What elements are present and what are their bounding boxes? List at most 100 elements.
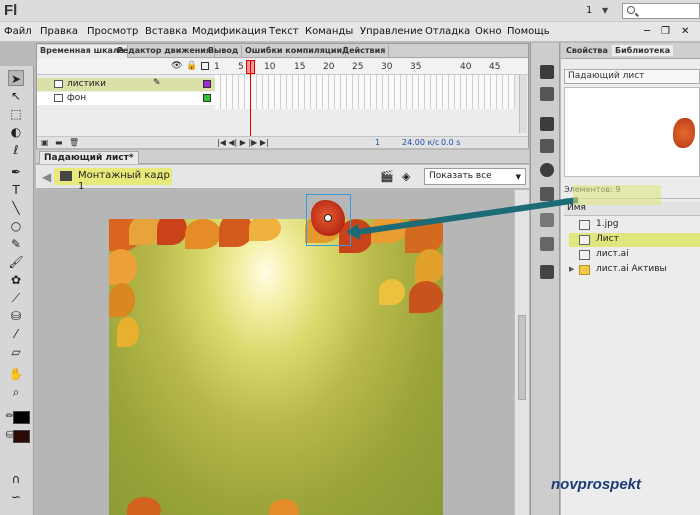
close-icon[interactable]: ✕ — [681, 26, 689, 37]
menu-view[interactable]: Просмотр — [87, 26, 138, 37]
tab-actions[interactable]: Действия — [339, 45, 390, 58]
layer-row[interactable]: фон — [37, 92, 215, 105]
leaf-decoration — [269, 499, 299, 515]
chevron-down-icon[interactable]: ▼ — [602, 6, 608, 15]
timeline-ruler[interactable]: 👁 🔒 1 5 10 15 20 25 30 35 40 45 — [37, 59, 528, 75]
edit-symbols-icon[interactable]: ◈ — [402, 170, 416, 183]
panel-dock — [530, 43, 560, 515]
library-item[interactable]: лист.ai — [569, 248, 700, 262]
scene-button[interactable]: Монтажный кадр 1 — [54, 168, 172, 192]
minimize-icon[interactable]: ─ — [644, 26, 650, 37]
layer-color-swatch[interactable] — [203, 80, 211, 88]
outline-icon[interactable] — [201, 62, 209, 70]
color-panel-icon[interactable] — [540, 117, 554, 131]
lasso-tool-icon[interactable]: ℓ — [8, 142, 24, 158]
document-tab[interactable]: Падающий лист* — [39, 151, 139, 164]
eye-icon[interactable]: 👁 — [171, 61, 182, 71]
oval-tool-icon[interactable]: ○ — [8, 218, 24, 234]
current-frame[interactable]: 1 — [375, 138, 380, 147]
tab-output[interactable]: Вывод — [205, 45, 243, 58]
zoom-select[interactable]: Показать все ▼ — [424, 168, 526, 185]
subselection-tool-icon[interactable]: ↖ — [8, 88, 24, 104]
leaf-decoration — [415, 249, 443, 283]
library-item[interactable]: ▶ лист.ai Активы — [569, 263, 700, 277]
fill-color-swatch[interactable] — [13, 430, 30, 443]
menu-debug[interactable]: Отладка — [425, 26, 470, 37]
restore-icon[interactable]: ❐ — [661, 26, 670, 37]
help-search-input[interactable] — [622, 3, 700, 19]
grid-panel-icon[interactable] — [540, 87, 554, 101]
workspace-switcher[interactable]: 1 — [586, 5, 592, 16]
motion-presets-icon[interactable] — [540, 237, 554, 251]
new-layer-icon[interactable]: ▣ — [41, 138, 49, 147]
layer-color-swatch[interactable] — [203, 94, 211, 102]
text-tool-icon[interactable]: T — [8, 182, 24, 198]
menu-text[interactable]: Текст — [269, 26, 299, 37]
menu-help[interactable]: Помощь — [507, 26, 550, 37]
pencil-icon: ✎ — [153, 78, 161, 88]
registration-point[interactable] — [324, 214, 332, 222]
back-arrow-icon[interactable]: ◀ — [42, 170, 51, 184]
layer-icon — [54, 94, 63, 102]
lock-icon[interactable]: 🔒 — [186, 61, 197, 71]
3d-rotation-tool-icon[interactable]: ◐ — [8, 124, 24, 140]
timeline-frames[interactable] — [215, 75, 515, 109]
frame-rate[interactable]: 24.00 к/с — [402, 138, 439, 147]
menu-insert[interactable]: Вставка — [145, 26, 187, 37]
delete-layer-icon[interactable]: 🗑 — [69, 138, 79, 147]
autumn-background-image — [109, 219, 443, 515]
eraser-tool-icon[interactable]: ▱ — [8, 344, 24, 360]
edit-scene-icon[interactable]: 🎬 — [380, 170, 394, 183]
paint-bucket-tool-icon[interactable]: ⛁ — [8, 308, 24, 324]
timeline-scrollbar[interactable] — [519, 75, 527, 133]
expand-triangle-icon[interactable]: ▶ — [569, 265, 574, 273]
leaf-decoration — [127, 497, 161, 515]
stage-area[interactable] — [36, 190, 514, 515]
code-snippets-icon[interactable] — [540, 265, 554, 279]
menu-commands[interactable]: Команды — [305, 26, 353, 37]
menu-control[interactable]: Управление — [360, 26, 423, 37]
line-tool-icon[interactable]: ╲ — [8, 200, 24, 216]
tab-properties[interactable]: Свойства — [563, 45, 611, 56]
menu-edit[interactable]: Правка — [40, 26, 78, 37]
library-item[interactable]: Лист — [569, 233, 700, 247]
components-panel-icon[interactable] — [540, 213, 554, 227]
menu-window[interactable]: Окно — [475, 26, 502, 37]
library-column-name[interactable]: Имя — [564, 202, 700, 216]
selection-tool-icon[interactable]: ➤ — [8, 70, 24, 86]
eyedropper-tool-icon[interactable]: ⁄ — [8, 326, 24, 342]
pen-tool-icon[interactable]: ✒ — [8, 164, 24, 180]
snap-magnet-icon[interactable]: ∩ — [8, 471, 24, 487]
playhead-line — [250, 60, 251, 140]
deco-tool-icon[interactable]: ✿ — [8, 272, 24, 288]
bone-tool-icon[interactable]: ⟋ — [8, 290, 24, 306]
menu-modify[interactable]: Модификация — [192, 26, 267, 37]
smooth-icon[interactable]: ∽ — [8, 489, 24, 505]
tab-compiler-errors[interactable]: Ошибки компиляции — [242, 45, 347, 58]
playback-controls-icon[interactable]: |◀ ◀| ▶ |▶ ▶| — [217, 138, 269, 147]
scrollbar-thumb[interactable] — [518, 315, 526, 400]
menu-bar: Файл Правка Просмотр Вставка Модификация… — [0, 22, 700, 42]
library-item[interactable]: 1.jpg — [569, 218, 700, 232]
pencil-tool-icon[interactable]: ✎ — [8, 236, 24, 252]
layer-name[interactable]: фон — [67, 93, 86, 103]
info-panel-icon[interactable] — [540, 163, 554, 177]
new-folder-icon[interactable]: ▬ — [55, 138, 63, 147]
stroke-color-swatch[interactable] — [13, 411, 30, 424]
tab-motion-editor[interactable]: Редактор движения — [114, 45, 216, 58]
swatches-panel-icon[interactable] — [540, 139, 554, 153]
hand-tool-icon[interactable]: ✋ — [8, 366, 24, 382]
brush-tool-icon[interactable]: 🖌 — [8, 254, 24, 270]
layer-name[interactable]: листики — [67, 79, 106, 89]
free-transform-tool-icon[interactable]: ⬚ — [8, 106, 24, 122]
transform-panel-icon[interactable] — [540, 187, 554, 201]
menu-file[interactable]: Файл — [4, 26, 32, 37]
zoom-tool-icon[interactable]: ⌕ — [8, 384, 24, 400]
ruler-label: 20 — [323, 62, 335, 72]
layer-row[interactable]: листики ✎ — [37, 78, 215, 91]
stage-scrollbar[interactable] — [514, 190, 529, 515]
align-panel-icon[interactable] — [540, 65, 554, 79]
library-item-count: Элементов: 9 — [564, 185, 621, 194]
tab-library[interactable]: Библиотека — [612, 45, 674, 56]
leaf-decoration — [371, 219, 407, 243]
